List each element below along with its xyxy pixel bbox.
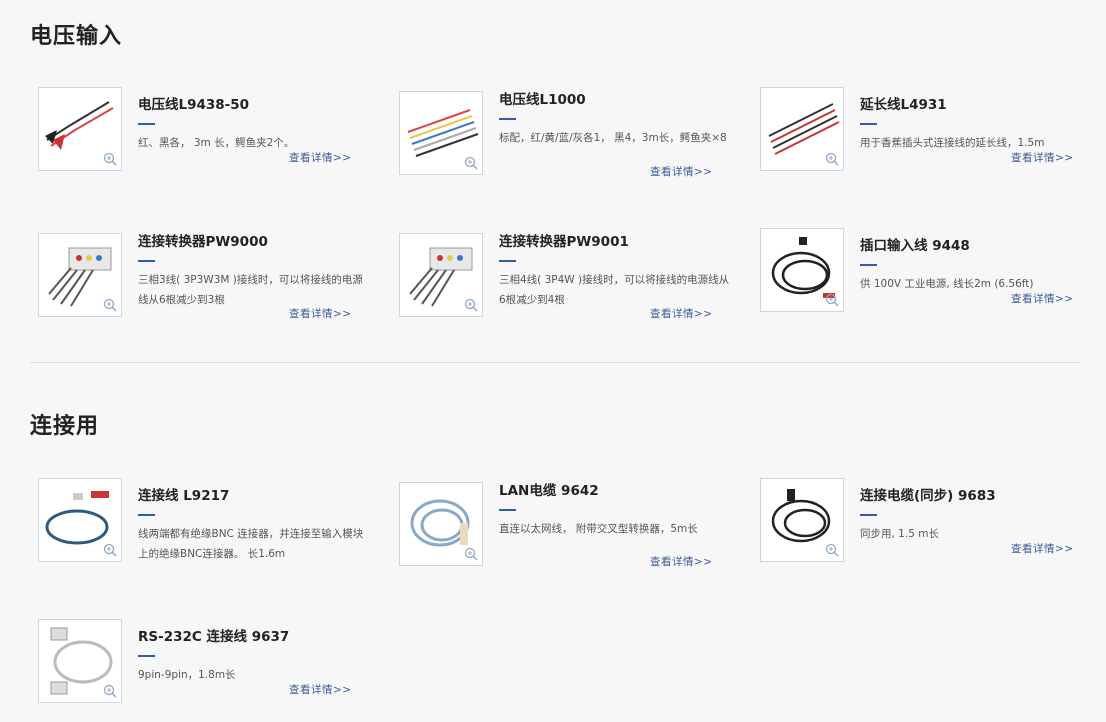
zoom-in-icon[interactable] bbox=[825, 543, 839, 557]
zoom-in-icon[interactable] bbox=[464, 156, 478, 170]
product-name[interactable]: LAN电缆 9642 bbox=[499, 479, 734, 499]
title-underline bbox=[138, 260, 155, 262]
zoom-in-icon[interactable] bbox=[825, 152, 839, 166]
title-underline bbox=[499, 260, 516, 262]
product-name[interactable]: 连接转换器PW9000 bbox=[138, 230, 373, 250]
title-underline bbox=[499, 509, 516, 511]
product-name[interactable]: 延长线L4931 bbox=[860, 93, 1095, 113]
product-image[interactable] bbox=[38, 478, 122, 562]
title-underline bbox=[860, 514, 877, 516]
product-name[interactable]: 电压线L9438-50 bbox=[138, 93, 373, 113]
product-card-l1000: 电压线L1000 标配，红/黄/蓝/灰各1， 黑4，3m长，鳄鱼夹×8 查看详情… bbox=[399, 87, 739, 187]
view-details-link[interactable]: 查看详情>> bbox=[650, 164, 713, 179]
product-desc: 线两端都有绝缘BNC 连接器，并连接至输入模块上的绝缘BNC连接器。 长1.6m bbox=[138, 528, 364, 560]
product-card-l9438-50: 电压线L9438-50 红、黑各， 3m 长，鳄鱼夹2个。 查看详情>> bbox=[38, 87, 378, 187]
view-details-link[interactable]: 查看详情>> bbox=[289, 682, 352, 697]
product-name[interactable]: 电压线L1000 bbox=[499, 88, 734, 108]
section-divider bbox=[30, 362, 1081, 363]
product-image[interactable] bbox=[38, 87, 122, 171]
section-title-connection: 连接用 bbox=[30, 414, 100, 439]
product-image[interactable] bbox=[760, 478, 844, 562]
title-underline bbox=[499, 118, 516, 120]
view-details-link[interactable]: 查看详情>> bbox=[650, 306, 713, 321]
product-image[interactable] bbox=[399, 233, 483, 317]
zoom-in-icon[interactable] bbox=[103, 152, 117, 166]
product-name[interactable]: 连接电缆(同步) 9683 bbox=[860, 484, 1095, 504]
product-image[interactable] bbox=[760, 87, 844, 171]
title-underline bbox=[138, 123, 155, 125]
view-details-link[interactable]: 查看详情>> bbox=[289, 306, 352, 321]
product-image[interactable] bbox=[760, 228, 844, 312]
product-card-l4931: 延长线L4931 用于香蕉插头式连接线的延长线，1.5m 查看详情>> bbox=[760, 87, 1100, 187]
view-details-link[interactable]: 查看详情>> bbox=[1011, 541, 1074, 556]
zoom-in-icon[interactable] bbox=[103, 298, 117, 312]
product-card-pw9000: 连接转换器PW9000 三相3线( 3P3W3M )接线时，可以将接线的电源线从… bbox=[38, 228, 378, 328]
view-details-link[interactable]: 查看详情>> bbox=[650, 554, 713, 569]
product-card-9683: 连接电缆(同步) 9683 同步用, 1.5 m长 查看详情>> bbox=[760, 478, 1100, 578]
product-image[interactable] bbox=[38, 619, 122, 703]
zoom-in-icon[interactable] bbox=[825, 293, 839, 307]
product-image[interactable] bbox=[38, 233, 122, 317]
product-card-9448: 插口输入线 9448 供 100V 工业电源, 线长2m (6.56ft) 查看… bbox=[760, 228, 1100, 328]
product-card-9642: LAN电缆 9642 直连以太网线， 附带交叉型转换器，5m长 查看详情>> bbox=[399, 478, 739, 578]
title-underline bbox=[138, 514, 155, 516]
product-desc: 三相3线( 3P3W3M )接线时，可以将接线的电源线从6根减少到3根 bbox=[138, 274, 363, 306]
view-details-link[interactable]: 查看详情>> bbox=[1011, 150, 1074, 165]
product-name[interactable]: 插口输入线 9448 bbox=[860, 234, 1095, 254]
title-underline bbox=[860, 123, 877, 125]
section-title-voltage-input: 电压输入 bbox=[30, 24, 123, 49]
product-image[interactable] bbox=[399, 482, 483, 566]
product-desc: 直连以太网线， 附带交叉型转换器，5m长 bbox=[499, 523, 698, 535]
zoom-in-icon[interactable] bbox=[464, 547, 478, 561]
product-card-9637: RS-232C 连接线 9637 9pin-9pin，1.8m长 查看详情>> bbox=[38, 619, 378, 719]
product-card-l9217: 连接线 L9217 线两端都有绝缘BNC 连接器，并连接至输入模块上的绝缘BNC… bbox=[38, 478, 378, 578]
product-name[interactable]: 连接线 L9217 bbox=[138, 484, 373, 504]
zoom-in-icon[interactable] bbox=[464, 298, 478, 312]
product-desc: 三相4线( 3P4W )接线时，可以将接线的电源线从6根减少到4根 bbox=[499, 274, 730, 306]
product-desc: 标配，红/黄/蓝/灰各1， 黑4，3m长，鳄鱼夹×8 bbox=[499, 132, 727, 144]
view-details-link[interactable]: 查看详情>> bbox=[289, 150, 352, 165]
zoom-in-icon[interactable] bbox=[103, 684, 117, 698]
product-card-pw9001: 连接转换器PW9001 三相4线( 3P4W )接线时，可以将接线的电源线从6根… bbox=[399, 228, 739, 328]
product-name[interactable]: RS-232C 连接线 9637 bbox=[138, 625, 373, 645]
title-underline bbox=[138, 655, 155, 657]
product-image[interactable] bbox=[399, 91, 483, 175]
title-underline bbox=[860, 264, 877, 266]
product-name[interactable]: 连接转换器PW9001 bbox=[499, 230, 734, 250]
view-details-link[interactable]: 查看详情>> bbox=[1011, 291, 1074, 306]
zoom-in-icon[interactable] bbox=[103, 543, 117, 557]
